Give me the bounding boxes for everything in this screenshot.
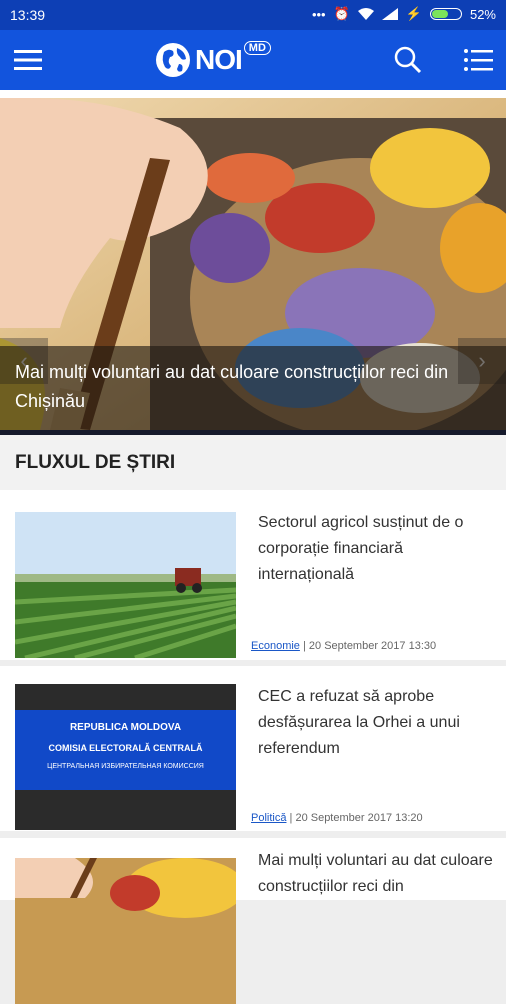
status-icons: ••• ⏰ ⚡ 52% — [312, 6, 496, 22]
news-card[interactable]: Sectorul agricol susținut de o corporați… — [0, 490, 506, 660]
sign-line: ЦЕНТРАЛЬНАЯ ИЗБИРАТЕЛЬНАЯ КОМИССИЯ — [47, 763, 204, 770]
menu-icon — [14, 50, 42, 70]
news-thumbnail — [15, 512, 236, 658]
news-category-link[interactable]: Politică — [251, 812, 286, 824]
search-button[interactable] — [388, 40, 428, 80]
section-title: FLUXUL DE ȘTIRI — [15, 452, 176, 473]
hero-slider[interactable]: ‹ › Mai mulți voluntari au dat culoare c… — [0, 98, 506, 430]
alarm-icon: ⏰ — [333, 6, 350, 21]
news-date: | 20 September 2017 13:30 — [302, 640, 437, 652]
list-icon — [464, 49, 493, 71]
news-card[interactable]: REPUBLICA MOLDOVA COMISIA ELECTORALĂ CEN… — [0, 666, 506, 831]
list-view-button[interactable] — [458, 40, 498, 80]
charging-icon: ⚡ — [405, 6, 422, 21]
search-icon — [394, 46, 422, 74]
section-header: FLUXUL DE ȘTIRI — [0, 435, 506, 490]
globe-icon — [156, 43, 190, 77]
logo-badge: MD — [243, 41, 271, 55]
news-thumbnail: REPUBLICA MOLDOVA COMISIA ELECTORALĂ CEN… — [15, 684, 236, 830]
app-logo[interactable]: NOI MD — [155, 38, 271, 82]
menu-button[interactable] — [8, 40, 48, 80]
news-title: CEC a refuzat să aprobe desfășurarea la … — [258, 688, 460, 757]
news-category-link[interactable]: Economie — [251, 640, 300, 652]
more-dots-icon: ••• — [311, 6, 326, 22]
signal-icon — [381, 8, 398, 20]
news-date: | 20 September 2017 13:20 — [289, 812, 423, 824]
app-bar: NOI MD — [0, 30, 506, 90]
status-time: 13:39 — [10, 7, 46, 23]
news-meta: Economie | 20 September 2017 13:30 — [251, 640, 436, 652]
battery-icon — [429, 8, 462, 20]
news-meta: Politică | 20 September 2017 13:20 — [251, 812, 423, 824]
logo-wordmark: NOI — [195, 44, 243, 75]
news-card[interactable]: Mai mulți voluntari au dat culoare const… — [0, 838, 506, 1004]
news-title: Mai mulți voluntari au dat culoare const… — [258, 852, 493, 895]
news-thumbnail — [15, 858, 236, 1004]
sign-line: COMISIA ELECTORALĂ CENTRALĂ — [48, 743, 203, 753]
battery-percent: 52% — [469, 6, 496, 22]
hero-caption[interactable]: Mai mulți voluntari au dat culoare const… — [0, 346, 506, 430]
wifi-icon — [357, 8, 374, 20]
header-divider — [0, 90, 506, 98]
election-sign: REPUBLICA MOLDOVA COMISIA ELECTORALĂ CEN… — [15, 710, 236, 790]
sign-line: REPUBLICA MOLDOVA — [69, 722, 182, 733]
battery-level — [431, 10, 448, 18]
news-title: Sectorul agricol susținut de o corporați… — [258, 514, 464, 583]
status-bar: 13:39 ••• ⏰ ⚡ 52% — [0, 0, 506, 30]
